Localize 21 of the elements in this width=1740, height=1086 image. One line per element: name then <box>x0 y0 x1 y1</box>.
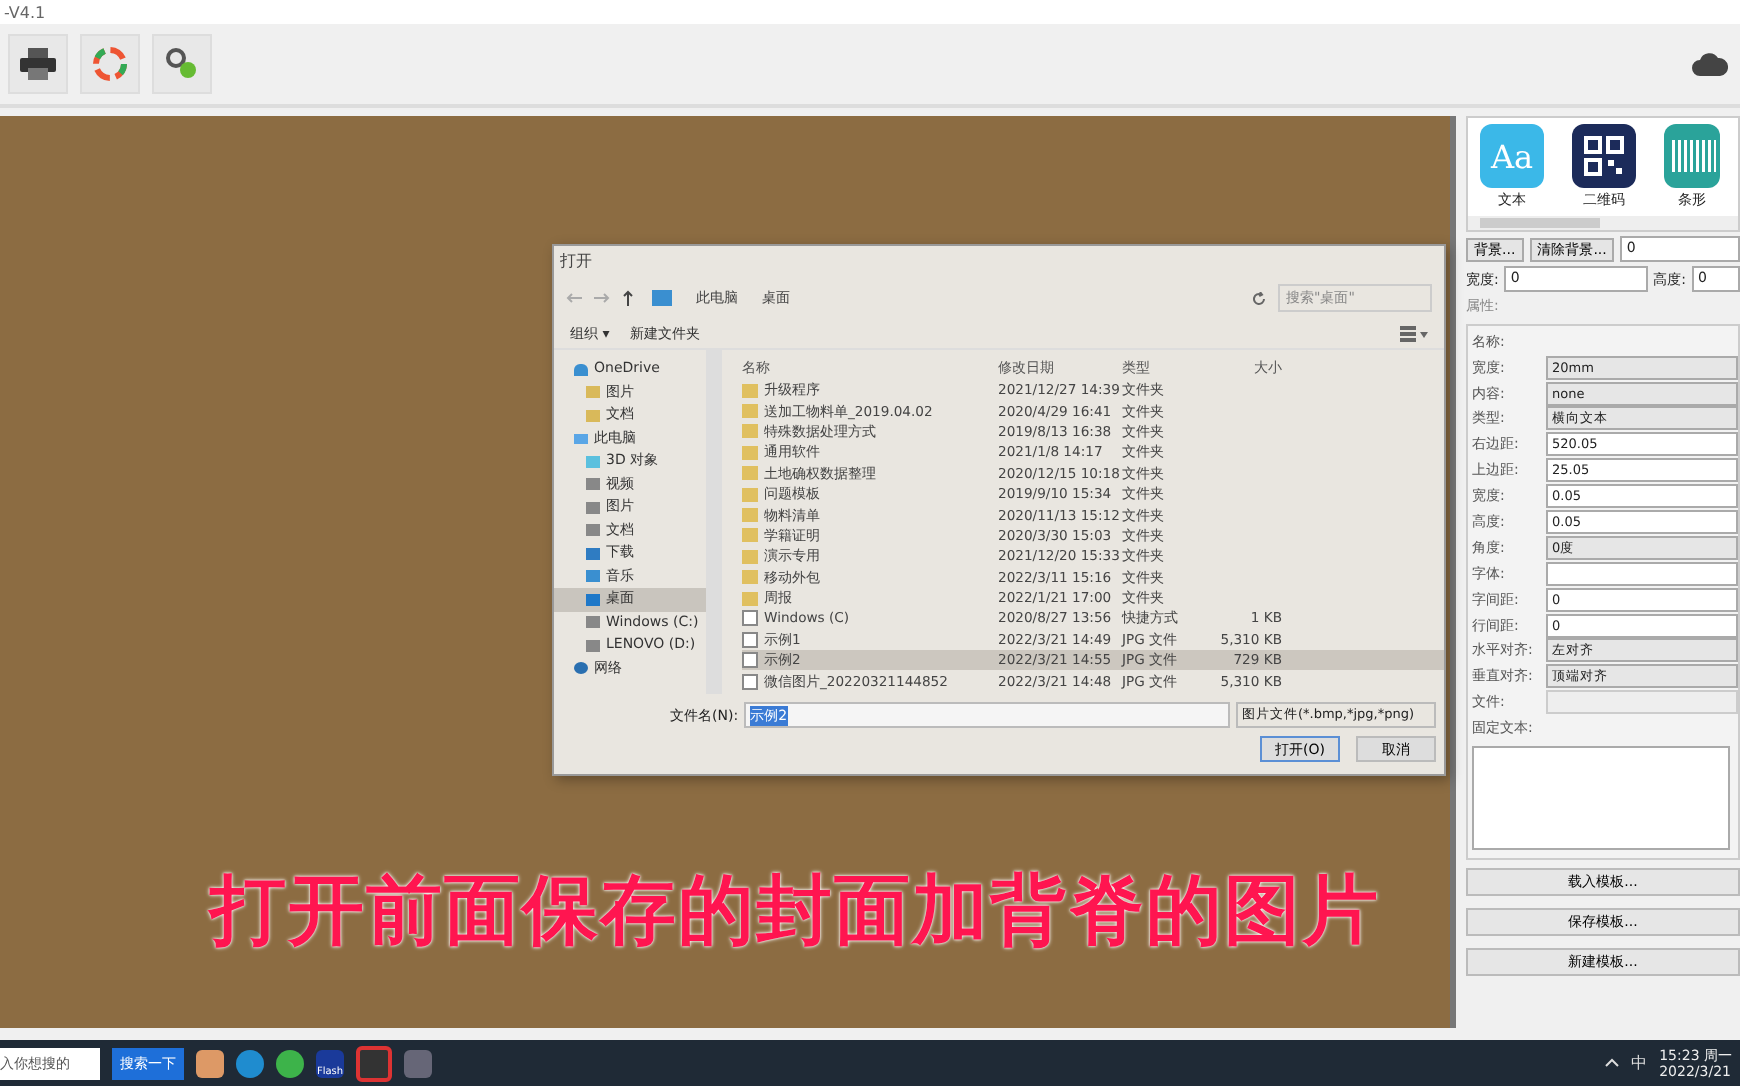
toolbar-button[interactable] <box>152 34 212 94</box>
taskbar-app-icon[interactable] <box>236 1049 264 1077</box>
printer-icon <box>20 48 56 80</box>
taskbar-app-icon[interactable] <box>276 1049 304 1077</box>
chevron-up-icon[interactable] <box>1603 1058 1620 1068</box>
ime-indicator[interactable]: 中 <box>1631 1052 1648 1074</box>
qr-code-icon[interactable] <box>1572 124 1636 188</box>
taskbar-app-icon[interactable] <box>404 1049 432 1077</box>
barcode-icon[interactable] <box>1664 124 1720 188</box>
computer-icon <box>652 290 672 306</box>
window-title: -V4.1 <box>4 3 46 21</box>
subtitle-caption: 打开前面保存的封面加背脊的图片 <box>210 864 1380 958</box>
cloud-icon[interactable] <box>1692 52 1728 76</box>
dialog-title: 打开 <box>558 250 594 274</box>
toolbar-button[interactable] <box>8 34 68 94</box>
up-arrow-icon[interactable] <box>622 290 634 306</box>
refresh-icon[interactable] <box>1252 291 1266 305</box>
property-field[interactable] <box>1546 561 1738 586</box>
taskbar-app-icon[interactable] <box>356 1045 392 1081</box>
view-options-icon[interactable] <box>1400 326 1428 342</box>
taskbar-app-icon[interactable] <box>196 1049 224 1077</box>
